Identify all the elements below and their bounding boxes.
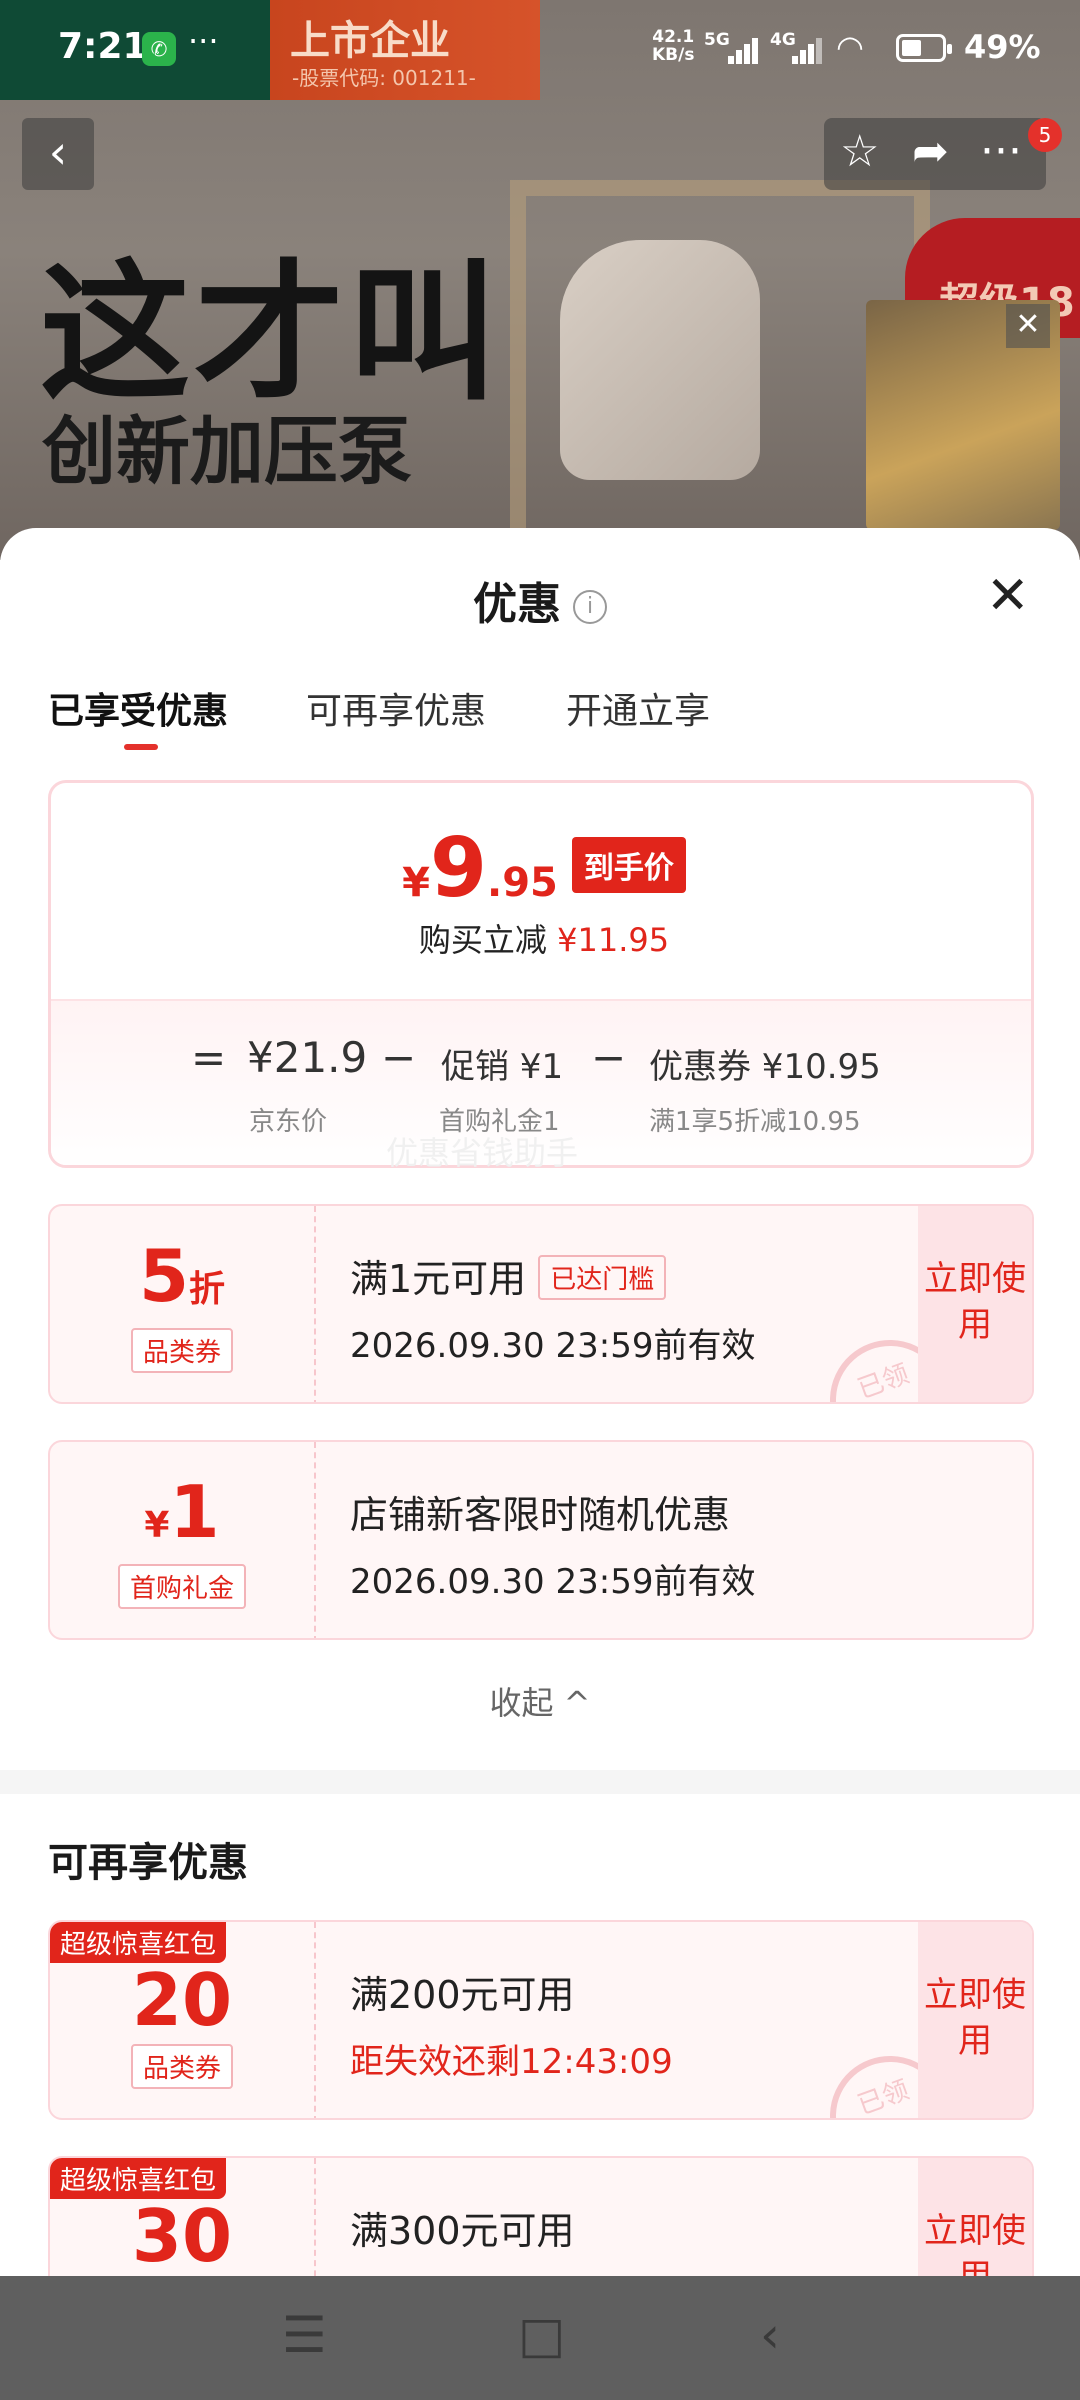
coupon-card[interactable]: 5折 品类券 满1元可用 已达门槛 2026.09.30 23:59前有效 已领 … xyxy=(48,1204,1034,1404)
home-icon[interactable]: □ xyxy=(518,2306,565,2364)
watermark: 优惠省钱助手 xyxy=(386,1134,579,1172)
star-icon[interactable]: ☆ xyxy=(840,126,879,177)
equals-sign: = xyxy=(191,1033,227,1082)
saving-line: 购买立减 ¥11.95 xyxy=(418,921,670,959)
jd-price: ¥21.9 xyxy=(247,1033,368,1082)
coupon-condition: 满300元可用 xyxy=(350,2209,575,2253)
sheet-title: 优惠 i xyxy=(0,568,1080,632)
price-summary-card: ¥9.95 到手价 购买立减 ¥11.95 = ¥21.9 京东价 − 促销 ¥1… xyxy=(48,780,1034,1168)
coupon-validity: 2026.09.30 23:59前有效 xyxy=(350,1562,756,1602)
coupon-card[interactable]: 20 品类券 超级惊喜红包 满200元可用 距失效还剩12:43:09 已领 立… xyxy=(48,1920,1034,2120)
coupon-type: 品类券 xyxy=(130,1328,234,1373)
minus-sign: − xyxy=(381,1033,417,1082)
signal-bars-icon xyxy=(792,34,830,64)
clock: 7:21 xyxy=(58,26,148,67)
more-notifications-icon: ··· xyxy=(188,22,219,60)
wechat-icon: ✆ xyxy=(142,32,176,66)
battery-icon xyxy=(896,34,952,62)
close-button[interactable]: ✕ xyxy=(986,566,1030,626)
back-icon[interactable]: ‹ xyxy=(760,2306,780,2364)
info-icon[interactable]: i xyxy=(573,590,607,624)
threshold-met-badge: 已达门槛 xyxy=(538,1255,667,1300)
notification-badge: 5 xyxy=(1028,118,1062,152)
coupon-validity: 2026.09.30 23:59前有效 xyxy=(350,1326,756,1366)
menu-icon[interactable]: ☰ xyxy=(282,2306,327,2364)
system-navigation-bar: ☰ □ ‹ xyxy=(0,2276,1080,2400)
surprise-red-packet-ribbon: 超级惊喜红包 xyxy=(50,2158,227,2199)
banner-subheadline: 创新加压泵 xyxy=(42,409,412,495)
coupon-condition: 店铺新客限时随机优惠 xyxy=(350,1493,731,1537)
signal-5g-label: 5G xyxy=(704,30,730,50)
network-speed: 42.1 KB/s xyxy=(652,27,695,65)
share-icon[interactable]: ➦ xyxy=(912,126,949,177)
back-button[interactable]: ‹ xyxy=(22,118,94,190)
coupon-condition: 满1元可用 已达门槛 xyxy=(350,1248,667,1303)
coupon-amount: 优惠券 ¥10.95 xyxy=(649,1047,881,1087)
coupon-value: 5折 品类券 xyxy=(50,1206,314,1402)
tab-more-discounts[interactable]: 可再享优惠 xyxy=(306,682,486,734)
mini-video-player[interactable]: ✕ xyxy=(866,300,1060,530)
tab-enjoyed-discounts[interactable]: 已享受优惠 xyxy=(48,682,228,734)
final-price-tag: 到手价 xyxy=(571,837,686,893)
coupon-value: ¥1 首购礼金 xyxy=(50,1442,314,1638)
coupon-divider xyxy=(314,1442,316,1638)
toolbar-actions: ☆ ➦ ··· xyxy=(824,118,1046,190)
coupon-divider xyxy=(314,1922,316,2118)
coupon-card: ¥1 首购礼金 店铺新客限时随机优惠 2026.09.30 23:59前有效 xyxy=(48,1440,1034,1640)
tab-activate[interactable]: 开通立享 xyxy=(566,682,710,734)
jd-price-label: 京东价 xyxy=(249,1107,328,1137)
surprise-red-packet-ribbon: 超级惊喜红包 xyxy=(50,1922,227,1963)
signal-bars-icon xyxy=(728,34,766,64)
promo-amount: 促销 ¥1 xyxy=(441,1047,564,1087)
use-now-button[interactable]: 立即使用 xyxy=(918,1922,1032,2118)
wifi-icon: ◠ xyxy=(836,28,864,66)
more-icon[interactable]: ··· xyxy=(980,126,1022,177)
coupon-divider xyxy=(314,1206,316,1402)
close-icon[interactable]: ✕ xyxy=(1006,304,1050,348)
section-divider xyxy=(0,1770,1080,1794)
coupon-type: 品类券 xyxy=(130,2044,234,2089)
product-image xyxy=(560,240,760,480)
minus-sign: − xyxy=(591,1033,627,1082)
battery-percent: 49% xyxy=(964,28,1041,66)
coupon-condition: 满200元可用 xyxy=(350,1973,575,2017)
coupon-type: 首购礼金 xyxy=(117,1564,247,1609)
status-bar: 7:21 ✆ ··· 42.1 KB/s 5G 4G ◠ 49% xyxy=(0,0,1080,100)
active-tab-indicator xyxy=(124,744,158,750)
final-price: ¥9.95 到手价 xyxy=(51,821,1031,916)
coupon-label: 满1享5折减10.95 xyxy=(649,1107,861,1137)
expiry-countdown: 距失效还剩12:43:09 xyxy=(350,2042,673,2082)
collapse-button[interactable]: 收起 ^ xyxy=(0,1678,1080,1724)
use-now-button[interactable]: 立即使用 xyxy=(918,1206,1032,1402)
section-title: 可再享优惠 xyxy=(48,1840,248,1886)
